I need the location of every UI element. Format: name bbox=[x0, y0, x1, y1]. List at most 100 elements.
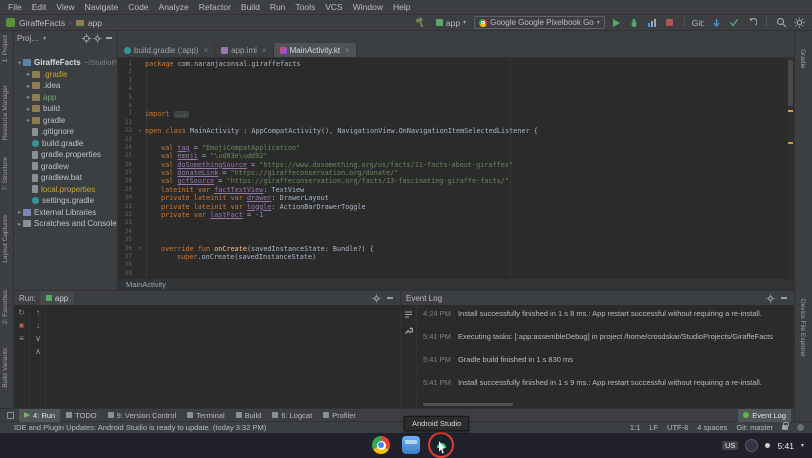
stripe-button-resource-manager[interactable]: Resource Manager bbox=[2, 85, 9, 140]
menu-item-refactor[interactable]: Refactor bbox=[194, 2, 236, 12]
tab-mainactivity-kt[interactable]: MainActivity.kt× bbox=[274, 43, 357, 57]
caret-position[interactable]: 1:1 bbox=[630, 423, 640, 432]
stop-icon[interactable]: ■ bbox=[19, 322, 24, 330]
tree-item-gradle[interactable]: ▸gradle bbox=[14, 115, 117, 127]
tree-item-idea[interactable]: ▸.idea bbox=[14, 80, 117, 92]
tool-window-button-build[interactable]: Build bbox=[231, 409, 267, 422]
tree-item-scratches-and-consoles[interactable]: ▸Scratches and Consoles bbox=[14, 218, 117, 230]
scrollbar-thumb[interactable] bbox=[788, 60, 793, 106]
filter-icon[interactable] bbox=[404, 310, 413, 319]
stripe-button-7-structure[interactable]: 7: Structure bbox=[2, 157, 9, 191]
menu-item-navigate[interactable]: Navigate bbox=[80, 2, 124, 12]
tool-window-button-profiler[interactable]: Profiler bbox=[318, 409, 361, 422]
tree-item-gradlew-bat[interactable]: gradlew.bat bbox=[14, 172, 117, 184]
tool-window-button-todo[interactable]: TODO bbox=[61, 409, 102, 422]
wrench-icon[interactable] bbox=[404, 326, 413, 335]
stripe-button-gradle[interactable]: Gradle bbox=[799, 49, 806, 69]
stripe-button-1-project[interactable]: 1: Project bbox=[2, 35, 9, 62]
git-rollback-button[interactable] bbox=[745, 16, 759, 29]
close-icon[interactable]: × bbox=[262, 46, 267, 55]
tool-window-button-4-run[interactable]: 4: Run bbox=[19, 409, 60, 422]
files-dock-icon[interactable] bbox=[402, 436, 420, 454]
breadcrumb-class[interactable]: MainActivity bbox=[126, 280, 166, 289]
clock[interactable]: 5:41 bbox=[777, 441, 794, 451]
tab-build-gradle-app[interactable]: build.gradle (:app)× bbox=[118, 43, 215, 57]
project-view-selector[interactable]: Project bbox=[17, 34, 41, 43]
debug-button[interactable] bbox=[627, 16, 641, 29]
menu-item-vcs[interactable]: VCS bbox=[320, 2, 347, 12]
tree-item-app[interactable]: ▸app bbox=[14, 92, 117, 104]
menu-item-analyze[interactable]: Analyze bbox=[154, 2, 194, 12]
git-branch-indicator[interactable]: Git: master bbox=[736, 423, 773, 432]
close-icon[interactable]: × bbox=[345, 46, 350, 55]
status-message[interactable]: IDE and Plugin Updates: Android Studio i… bbox=[14, 423, 266, 432]
menu-item-file[interactable]: File bbox=[3, 2, 27, 12]
menu-item-view[interactable]: View bbox=[51, 2, 79, 12]
encoding-indicator[interactable]: UTF-8 bbox=[667, 423, 688, 432]
hide-panel-icon[interactable] bbox=[106, 37, 112, 39]
stripe-button-2-favorites[interactable]: 2: Favorites bbox=[2, 290, 9, 324]
rerun-icon[interactable]: ↻ bbox=[18, 309, 25, 317]
gear-icon[interactable] bbox=[372, 294, 381, 303]
git-commit-button[interactable] bbox=[727, 16, 741, 29]
menu-item-help[interactable]: Help bbox=[388, 2, 415, 12]
menu-icon[interactable]: ≡ bbox=[19, 335, 24, 343]
stripe-button-layout-captures[interactable]: Layout Captures bbox=[2, 215, 9, 263]
stop-button[interactable] bbox=[663, 16, 677, 29]
gear-icon[interactable] bbox=[93, 34, 102, 43]
menu-item-tools[interactable]: Tools bbox=[290, 2, 320, 12]
code-editor[interactable]: 1package com.naranjaconsal.giraffefacts2… bbox=[118, 58, 794, 278]
gear-icon[interactable] bbox=[766, 294, 775, 303]
device-selector[interactable]: Google Google Pixelbook Go ▾ bbox=[474, 16, 605, 29]
close-icon[interactable]: × bbox=[203, 46, 208, 55]
tree-item-gradle[interactable]: ▸.gradle bbox=[14, 69, 117, 81]
tree-item-local-properties[interactable]: local.properties bbox=[14, 184, 117, 196]
indent-indicator[interactable]: 4 spaces bbox=[697, 423, 727, 432]
system-status-icon[interactable] bbox=[745, 439, 758, 452]
tool-window-button-event-log[interactable]: Event Log bbox=[738, 409, 791, 422]
tree-item-build[interactable]: ▸build bbox=[14, 103, 117, 115]
run-button[interactable] bbox=[609, 16, 623, 29]
tree-item-settings-gradle[interactable]: settings.gradle bbox=[14, 195, 117, 207]
breadcrumb-module[interactable]: app bbox=[88, 18, 102, 28]
tool-window-button-6-logcat[interactable]: 6: Logcat bbox=[267, 409, 317, 422]
up-icon[interactable]: ↑ bbox=[36, 309, 40, 317]
chrome-dock-icon[interactable] bbox=[372, 436, 390, 454]
tree-item-external-libraries[interactable]: ▸External Libraries bbox=[14, 207, 117, 219]
search-everywhere-button[interactable] bbox=[774, 16, 788, 29]
menu-item-code[interactable]: Code bbox=[123, 2, 153, 12]
run-config-selector[interactable]: app ▾ bbox=[432, 17, 470, 29]
tool-window-switcher-icon[interactable] bbox=[7, 412, 14, 419]
collapse-icon[interactable]: ∧ bbox=[35, 348, 41, 356]
stripe-button-device-file-explorer[interactable]: Device File Explorer bbox=[799, 299, 806, 357]
git-update-button[interactable] bbox=[709, 16, 723, 29]
tree-item-gradlew[interactable]: gradlew bbox=[14, 161, 117, 173]
tree-item-gitignore[interactable]: .gitignore bbox=[14, 126, 117, 138]
menu-item-build[interactable]: Build bbox=[236, 2, 265, 12]
build-hammer-button[interactable] bbox=[414, 16, 428, 29]
tool-window-button-9-version-control[interactable]: 9: Version Control bbox=[103, 409, 182, 422]
tree-item-gradle-properties[interactable]: gradle.properties bbox=[14, 149, 117, 161]
tool-window-button-terminal[interactable]: Terminal bbox=[182, 409, 229, 422]
settings-button[interactable] bbox=[792, 16, 806, 29]
horizontal-scrollbar[interactable] bbox=[423, 403, 513, 406]
hide-panel-icon[interactable] bbox=[387, 297, 393, 299]
menu-item-edit[interactable]: Edit bbox=[27, 2, 52, 12]
profiler-button[interactable] bbox=[645, 16, 659, 29]
keyboard-layout-indicator[interactable]: US bbox=[722, 441, 738, 450]
notifications-icon[interactable] bbox=[797, 424, 804, 431]
run-tab-app[interactable]: app bbox=[40, 291, 74, 305]
tab-app-iml[interactable]: app.iml× bbox=[215, 43, 273, 57]
chevron-down-icon[interactable]: ▾ bbox=[801, 442, 804, 449]
stripe-button-build-variants[interactable]: Build Variants bbox=[2, 348, 9, 388]
line-ending-indicator[interactable]: LF bbox=[649, 423, 658, 432]
locate-icon[interactable] bbox=[82, 34, 91, 43]
tree-item-giraffefacts[interactable]: ▾GiraffeFacts~/StudioProjects bbox=[14, 57, 117, 69]
editor-scrollbar[interactable] bbox=[787, 58, 794, 278]
expand-icon[interactable]: ∨ bbox=[35, 335, 41, 343]
tree-item-build-gradle[interactable]: build.gradle bbox=[14, 138, 117, 150]
hide-panel-icon[interactable] bbox=[781, 297, 787, 299]
menu-item-window[interactable]: Window bbox=[348, 2, 388, 12]
breadcrumb-project[interactable]: GiraffeFacts bbox=[19, 18, 65, 28]
menu-item-run[interactable]: Run bbox=[265, 2, 291, 12]
